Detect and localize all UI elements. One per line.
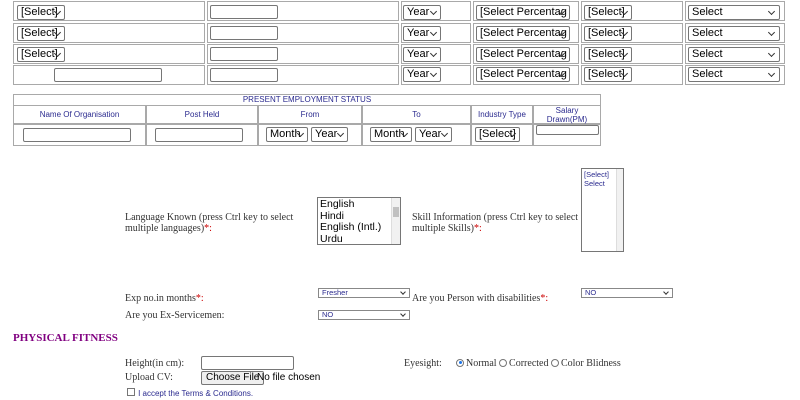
organisation-input[interactable] (23, 128, 131, 142)
col-salary: Salary Drawn(PM) (533, 105, 601, 124)
grade-select[interactable]: [Select] (584, 26, 632, 41)
radio-checked-icon[interactable] (456, 358, 464, 367)
from-month-select[interactable]: Month (266, 127, 308, 142)
ex-servicemen-label: Are you Ex-Servicemen: (125, 310, 225, 321)
salary-input[interactable] (536, 125, 599, 135)
industry-type-select[interactable]: [Select] (475, 127, 520, 142)
grade-select[interactable]: [Select] (584, 67, 632, 82)
board-select[interactable]: [Select] (17, 47, 65, 62)
col-post-held: Post Held (146, 105, 258, 124)
stream-select[interactable]: Select (688, 67, 780, 82)
marks-input[interactable] (210, 47, 278, 61)
upload-cv-label: Upload CV: (125, 372, 173, 383)
to-month-select[interactable]: Month (370, 127, 412, 142)
experience-label: Exp no.in months*: (125, 293, 204, 304)
eyesight-normal-option[interactable]: Normal (456, 358, 497, 369)
marks-input[interactable] (210, 5, 278, 19)
stream-select[interactable]: Select (688, 47, 780, 62)
board-select[interactable]: [Select] (17, 5, 65, 20)
marks-input[interactable] (210, 68, 278, 82)
to-year-select[interactable]: Year (415, 127, 452, 142)
choose-file-button[interactable]: Choose File (201, 371, 265, 385)
marks-input[interactable] (210, 26, 278, 40)
language-label: Language Known (press Ctrl key to select… (125, 212, 294, 234)
disability-label: Are you Person with disabilities*: (412, 293, 549, 304)
ex-servicemen-select[interactable]: NO (318, 310, 410, 320)
year-select[interactable]: Year (403, 26, 441, 41)
language-option[interactable]: English (320, 198, 398, 211)
year-select[interactable]: Year (403, 47, 441, 62)
physical-fitness-title: PHYSICAL FITNESS (13, 332, 118, 344)
col-industry-type: Industry Type (471, 105, 533, 124)
percentage-select[interactable]: [Select Percentag (476, 47, 570, 62)
col-organisation: Name Of Organisation (13, 105, 146, 124)
height-label: Height(in cm): (125, 358, 185, 369)
height-input[interactable] (201, 356, 294, 370)
percentage-select[interactable]: [Select Percentag (476, 26, 570, 41)
grade-select[interactable]: [Select] (584, 5, 632, 20)
experience-select[interactable]: Fresher (318, 288, 410, 298)
radio-unchecked-icon[interactable] (499, 358, 508, 367)
stream-select[interactable]: Select (688, 26, 780, 41)
post-held-input[interactable] (155, 128, 243, 142)
stream-select[interactable]: Select (688, 5, 780, 20)
other-qualification-input[interactable] (54, 68, 162, 82)
col-from: From (258, 105, 362, 124)
file-status: No file chosen (257, 372, 321, 383)
grade-select[interactable]: [Select] (584, 47, 632, 62)
year-select[interactable]: Year (403, 67, 441, 82)
language-option[interactable]: Urdu (320, 233, 398, 244)
eyesight-colorblind-option[interactable]: Color Blidness (550, 358, 621, 369)
skill-listbox[interactable]: [Select] Select (581, 168, 624, 252)
eyesight-corrected-option[interactable]: Corrected (499, 358, 548, 369)
terms-checkbox[interactable] (127, 388, 135, 397)
terms-row: I accept the Terms & Conditions. (127, 387, 253, 399)
board-select[interactable]: [Select] (17, 26, 65, 41)
language-listbox[interactable]: English Hindi English (Intl.) Urdu (317, 197, 401, 245)
from-year-select[interactable]: Year (311, 127, 348, 142)
terms-label[interactable]: I accept the Terms & Conditions. (138, 389, 253, 398)
language-option[interactable]: English (Intl.) (320, 221, 398, 234)
col-to: To (362, 105, 471, 124)
year-select[interactable]: Year (403, 5, 441, 20)
percentage-select[interactable]: [Select Percentag (476, 5, 570, 20)
eyesight-radio-group: Normal Corrected Color Blidness (456, 358, 621, 369)
radio-unchecked-icon[interactable] (550, 358, 559, 367)
disability-select[interactable]: NO (581, 288, 673, 298)
skill-label: Skill Information (press Ctrl key to sel… (412, 212, 579, 234)
percentage-select[interactable]: [Select Percentag (476, 67, 570, 82)
language-scrollbar[interactable] (391, 198, 400, 244)
skill-scrollbar[interactable] (616, 169, 623, 251)
eyesight-label: Eyesight: (404, 358, 442, 369)
